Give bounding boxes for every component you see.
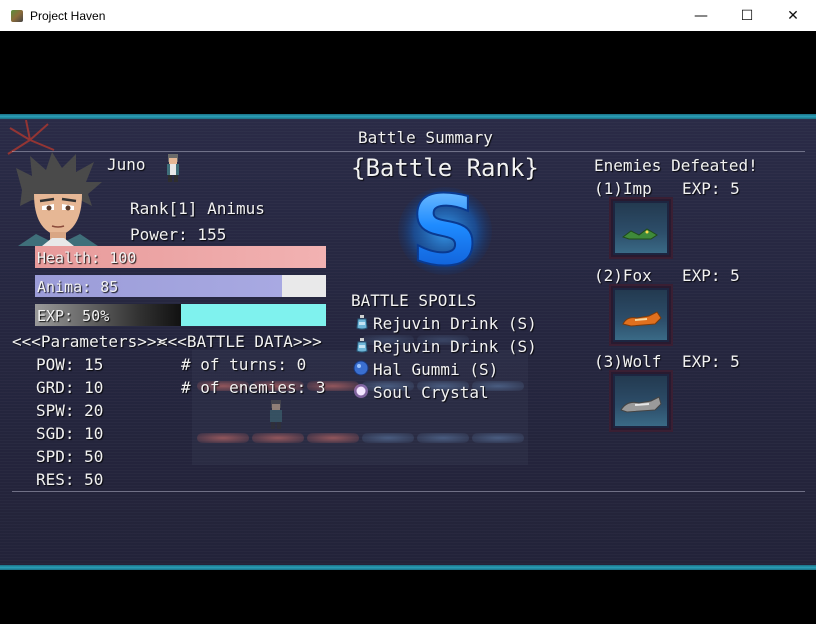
health-label: Health: 100 (37, 249, 137, 267)
battle-rank-badge: S (398, 186, 492, 276)
app-icon (10, 9, 24, 23)
battle-tile (362, 433, 414, 443)
parameter-sgd: SGD: 10 (36, 424, 104, 443)
health-gauge: Health: 100 (35, 246, 326, 268)
enemy-exp-3: EXP: 5 (682, 352, 740, 371)
battle-data-turns: # of turns: 0 (181, 355, 307, 374)
hero-sprite-icon (167, 154, 179, 182)
battle-tile (252, 433, 304, 443)
maximize-button[interactable]: ☐ (724, 0, 770, 31)
spoil-item-2: Rejuvin Drink (S) (373, 337, 537, 356)
enemy-portrait-1 (609, 197, 673, 259)
enemy-portrait-3 (609, 370, 673, 432)
battle-tile (197, 433, 249, 443)
close-button[interactable]: ✕ (770, 0, 816, 31)
battle-tile (307, 433, 359, 443)
battle-data-header: <<<BATTLE DATA>>> (158, 332, 322, 351)
parameter-pow: POW: 15 (36, 355, 104, 374)
battle-spoils-header: BATTLE SPOILS (351, 291, 477, 310)
parameter-spw: SPW: 20 (36, 401, 104, 420)
parameter-grd: GRD: 10 (36, 378, 104, 397)
imp-icon (621, 228, 658, 240)
minimize-button[interactable]: — (678, 0, 724, 31)
enemy-portrait-2 (609, 284, 673, 346)
gummi-icon (353, 360, 369, 376)
enemy-name-1: (1)Imp (594, 179, 652, 198)
parameters-header: <<<Parameters>>> (12, 332, 167, 351)
battle-tile (472, 433, 524, 443)
hero-name: Juno (107, 155, 146, 174)
window-titlebar: Project Haven — ☐ ✕ (0, 0, 816, 31)
exp-label: EXP: 50% (37, 307, 110, 325)
battle-rank-label: {Battle Rank} (351, 154, 539, 182)
spoil-item-3: Hal Gummi (S) (373, 360, 499, 379)
footer-divider (12, 491, 805, 492)
crystal-icon (354, 384, 368, 398)
spoil-item-4: Soul Crystal (373, 383, 489, 402)
spoil-item-1: Rejuvin Drink (S) (373, 314, 537, 333)
hero-portrait-icon (16, 152, 102, 246)
enemy-exp-2: EXP: 5 (682, 266, 740, 285)
battle-rank-letter: S (410, 186, 479, 276)
enemy-name-2: (2)Fox (594, 266, 652, 285)
parameter-res: RES: 50 (36, 470, 104, 489)
header-divider (12, 151, 805, 152)
hero-rank: Rank[1] Animus (130, 199, 265, 218)
scene-border-bottom (0, 565, 816, 570)
parameter-spd: SPD: 50 (36, 447, 104, 466)
scene-border-top (0, 114, 816, 119)
battle-summary-title: Battle Summary (358, 128, 493, 147)
anima-gauge: Anima: 85 (35, 275, 326, 297)
exp-gauge: EXP: 50% (35, 304, 326, 326)
anima-label: Anima: 85 (37, 278, 119, 296)
potion-icon (356, 315, 368, 330)
fox-icon (622, 311, 662, 327)
battle-data-enemies: # of enemies: 3 (181, 378, 326, 397)
battle-tile (417, 433, 469, 443)
wolf-icon (620, 396, 662, 413)
window-title: Project Haven (30, 8, 106, 23)
enemy-exp-1: EXP: 5 (682, 179, 740, 198)
enemy-name-3: (3)Wolf (594, 352, 662, 371)
enemies-defeated-header: Enemies Defeated! (594, 156, 758, 175)
hero-battle-sprite-icon (270, 400, 282, 429)
potion-icon (356, 338, 368, 353)
hero-power: Power: 155 (130, 225, 227, 244)
